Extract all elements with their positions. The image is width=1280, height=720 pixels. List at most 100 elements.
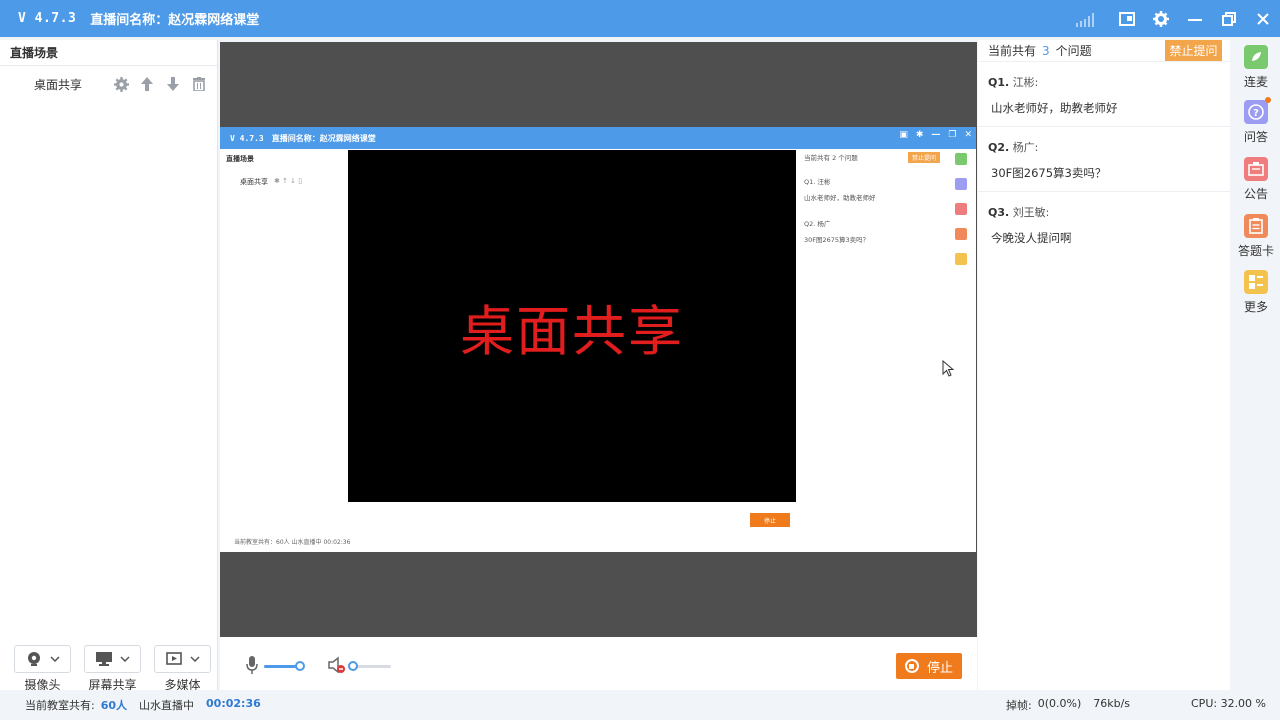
stop-live-button[interactable]: 停止 bbox=[896, 653, 962, 679]
sidebar-item-label: 更多 bbox=[1243, 300, 1268, 314]
monitor-icon bbox=[95, 652, 112, 666]
frame-drop-value: 0(0.0%) bbox=[1037, 697, 1082, 710]
microphone-icon[interactable] bbox=[246, 656, 258, 674]
signal-icon bbox=[1076, 11, 1094, 27]
gear-icon bbox=[1153, 10, 1169, 27]
speaker-muted-icon[interactable] bbox=[327, 656, 345, 674]
arrow-down-icon bbox=[167, 77, 179, 91]
chevron-down-icon bbox=[49, 656, 60, 662]
sidebar-item-label: 公告 bbox=[1243, 187, 1268, 201]
title-bar: V 4.7.3 直播间名称：赵况霖网络课堂 bbox=[0, 0, 1280, 37]
status-bar: 当前教室共有: 60人 山水直播中 00:02:36 掉帧: 0(0.0%) 7… bbox=[0, 690, 1280, 720]
live-timer: 00:02:36 bbox=[206, 697, 261, 710]
bitrate: 76kb/s bbox=[1093, 697, 1131, 710]
sidebar-item-qa[interactable]: ? 问答 bbox=[1232, 97, 1280, 145]
mini-q2-text: 30F图2675算3卖吗？ bbox=[804, 236, 870, 244]
minimize-button[interactable] bbox=[1178, 0, 1212, 37]
sidebar-item-more[interactable]: 更多 bbox=[1232, 270, 1280, 315]
window-mode-icon bbox=[1119, 11, 1135, 26]
question-item[interactable]: Q1. 江彬: 山水老师好，助教老师好 bbox=[978, 62, 1230, 127]
tool-sidebar: 连麦 ? 问答 公告 答题卡 更多 bbox=[1232, 40, 1280, 690]
question-author: 杨广: bbox=[1012, 141, 1039, 154]
ban-questions-button[interactable]: 禁止提问 bbox=[1165, 40, 1222, 61]
shared-desktop-capture: V 4.7.3 直播间名称：赵况霖网络课堂 ▣ ✱ — ❐ ✕ 直播场景 桌面共享 ✱ ↑… bbox=[220, 127, 976, 552]
sidebar-item-notice[interactable]: 公告 bbox=[1232, 157, 1280, 202]
scene-item[interactable]: 桌面共享 bbox=[0, 66, 217, 102]
move-down-button[interactable] bbox=[165, 75, 181, 93]
screen-share-device: 屏幕共享 bbox=[84, 645, 141, 693]
chevron-down-icon bbox=[119, 656, 130, 662]
close-icon bbox=[1257, 12, 1269, 25]
mini-title: 直播间名称：赵况霖网络课堂 bbox=[271, 133, 376, 143]
mini-screen: 桌面共享 bbox=[348, 150, 796, 502]
qa-header: 当前共有 3 个问题 禁止提问 bbox=[978, 40, 1230, 62]
question-item[interactable]: Q2. 杨广: 30F图2675算3卖吗？ bbox=[978, 127, 1230, 192]
chevron-down-icon bbox=[189, 656, 200, 662]
mini-sidebar bbox=[948, 153, 974, 265]
live-state: 山水直播中 bbox=[139, 699, 195, 712]
question-text: 山水老师好，助教老师好 bbox=[991, 101, 1118, 115]
question-id: Q2. bbox=[988, 141, 1010, 154]
restore-icon bbox=[1222, 11, 1236, 26]
control-bar: 停止 bbox=[220, 637, 977, 690]
maximize-button[interactable] bbox=[1212, 0, 1246, 37]
mini-qa-panel: 当前共有 2 个问题 禁止提问 Q1. 汪彬 山水老师好，助教老师好 Q2. 杨… bbox=[798, 149, 943, 509]
sidebar-item-answer-card[interactable]: 答题卡 bbox=[1232, 214, 1280, 259]
media-dropdown[interactable] bbox=[154, 645, 211, 673]
question-item[interactable]: Q3. 刘王敏: 今晚没人提问啊 bbox=[978, 192, 1230, 256]
mini-controls: 停止 当前教室共有：60人 山水直播中 00:02:36 bbox=[220, 505, 976, 552]
mini-ban-button: 禁止提问 bbox=[907, 152, 940, 163]
sidebar-item-label: 问答 bbox=[1243, 130, 1268, 144]
media-icon bbox=[165, 652, 182, 665]
frame-drop-label: 掉帧: bbox=[1006, 699, 1032, 712]
version-label: V 4.7.3 bbox=[18, 11, 77, 26]
qa-count-prefix: 当前共有 bbox=[988, 44, 1037, 58]
move-up-button[interactable] bbox=[139, 75, 155, 93]
notice-icon bbox=[1244, 157, 1268, 181]
more-icon bbox=[1244, 270, 1268, 294]
settings-button[interactable] bbox=[1144, 0, 1178, 37]
speaker-volume-slider[interactable] bbox=[348, 661, 391, 671]
mini-scene-panel: 直播场景 桌面共享 ✱ ↑ ↓ ▯ bbox=[220, 149, 347, 479]
sidebar-item-label: 答题卡 bbox=[1237, 244, 1274, 258]
question-id: Q1. bbox=[988, 76, 1010, 89]
stop-icon bbox=[904, 659, 919, 673]
media-device: 多媒体 bbox=[154, 645, 211, 693]
question-text: 30F图2675算3卖吗？ bbox=[991, 166, 1107, 180]
mic-volume-slider[interactable] bbox=[264, 661, 305, 671]
question-id: Q3. bbox=[988, 206, 1010, 219]
scene-settings-button[interactable] bbox=[113, 75, 129, 93]
screen-text: 桌面共享 bbox=[460, 299, 684, 363]
mini-scene-label: 桌面共享 bbox=[240, 178, 268, 186]
link-mic-icon bbox=[1244, 45, 1268, 69]
camera-icon bbox=[27, 652, 40, 666]
mini-title-bar: V 4.7.3 直播间名称：赵况霖网络课堂 ▣ ✱ — ❐ ✕ bbox=[220, 127, 976, 149]
mini-scene-item: 桌面共享 ✱ ↑ ↓ ▯ bbox=[240, 177, 303, 186]
cursor-icon bbox=[942, 359, 955, 381]
qa-count: 3 bbox=[1042, 43, 1050, 58]
stop-live-label: 停止 bbox=[926, 660, 953, 676]
mini-stop-button: 停止 bbox=[750, 513, 790, 527]
question-icon: ? bbox=[1244, 97, 1271, 124]
mini-q1-text: 山水老师好，助教老师好 bbox=[804, 194, 876, 202]
camera-dropdown[interactable] bbox=[14, 645, 71, 673]
room-count-label: 当前教室共有: bbox=[25, 699, 95, 712]
screen-share-dropdown[interactable] bbox=[84, 645, 141, 673]
trash-icon bbox=[193, 77, 205, 91]
svg-text:?: ? bbox=[1253, 108, 1259, 119]
notification-dot bbox=[1265, 97, 1271, 103]
close-button[interactable] bbox=[1246, 0, 1280, 37]
question-text: 今晚没人提问啊 bbox=[991, 231, 1072, 245]
mini-version: V 4.7.3 bbox=[230, 133, 264, 143]
qa-count-suffix: 个问题 bbox=[1055, 44, 1092, 58]
gear-icon bbox=[113, 76, 129, 92]
mini-q2: Q2. 杨广 bbox=[804, 220, 831, 228]
camera-device: 摄像头 bbox=[14, 645, 71, 693]
delete-button[interactable] bbox=[191, 75, 207, 93]
window-mode-button[interactable] bbox=[1110, 0, 1144, 37]
arrow-up-icon bbox=[141, 77, 153, 91]
question-author: 刘王敏: bbox=[1012, 206, 1050, 219]
sidebar-item-link-mic[interactable]: 连麦 bbox=[1232, 45, 1280, 90]
question-author: 江彬: bbox=[1012, 76, 1039, 89]
room-count: 60人 bbox=[100, 699, 128, 712]
